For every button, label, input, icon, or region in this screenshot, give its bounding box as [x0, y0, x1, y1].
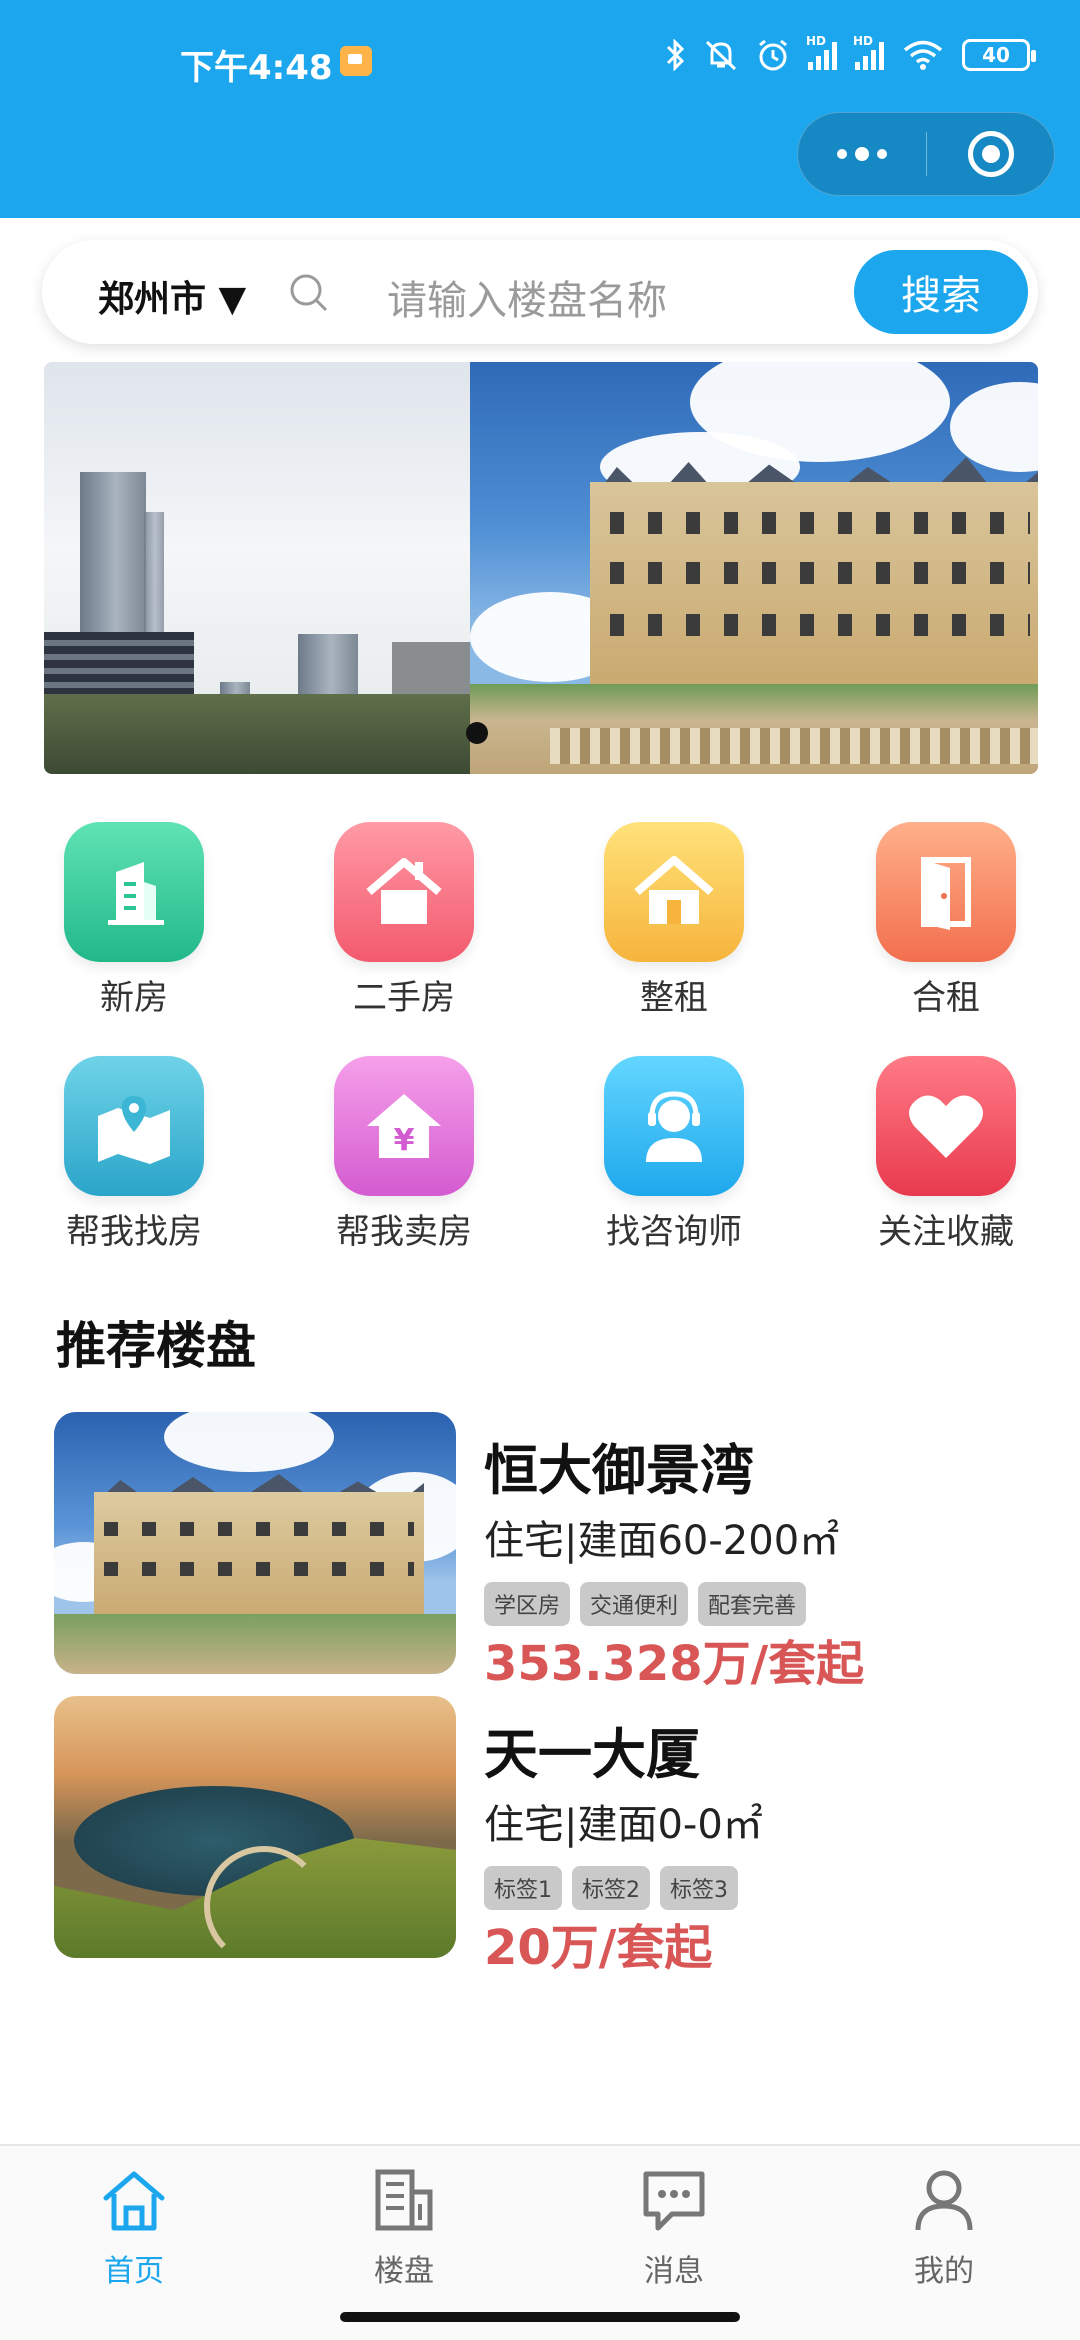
- home-indicator[interactable]: [340, 2312, 740, 2322]
- carousel-indicator-dot[interactable]: [466, 722, 488, 744]
- more-menu-button[interactable]: [798, 113, 926, 195]
- category-shared-rent[interactable]: 合租: [846, 822, 1046, 1019]
- tab-label: 首页: [104, 2254, 164, 2289]
- category-label: 找咨询师: [606, 1212, 742, 1252]
- property-price: 353.328万/套起: [484, 1636, 865, 1692]
- header-bar: 下午4:48 HD HD 40: [0, 0, 1080, 218]
- user-outline-icon: [915, 2170, 973, 2231]
- category-label: 帮我找房: [66, 1212, 202, 1252]
- property-tag: 配套完善: [698, 1582, 807, 1626]
- property-meta: 住宅|建面0-0㎡: [484, 1802, 763, 1848]
- category-favorites[interactable]: 关注收藏: [846, 1056, 1046, 1253]
- property-card[interactable]: 恒大御景湾 住宅|建面60-200㎡ 学区房 交通便利 配套完善 353.328…: [54, 1412, 1034, 1692]
- door-icon: [876, 822, 1016, 962]
- category-label: 整租: [640, 978, 708, 1018]
- target-circle-icon: [967, 131, 1014, 177]
- banner-carousel[interactable]: [44, 362, 1038, 774]
- alarm-icon: [759, 39, 787, 71]
- category-label: 关注收藏: [878, 1212, 1014, 1252]
- home-outline-icon: [103, 2171, 165, 2231]
- property-tags: 标签1 标签2 标签3: [484, 1866, 738, 1910]
- banner-image-castle: [470, 362, 1038, 774]
- category-label: 新房: [100, 978, 168, 1018]
- headset-person-icon: [604, 1056, 744, 1196]
- search-icon: [290, 274, 328, 312]
- buildings-outline-icon: [375, 2169, 433, 2231]
- wifi-icon: [903, 40, 943, 70]
- property-price: 20万/套起: [484, 1920, 713, 1976]
- search-bar: 郑州市 ▼ 请输入楼盘名称 搜索: [42, 240, 1038, 344]
- property-tag: 标签2: [572, 1866, 650, 1910]
- category-new-house[interactable]: 新房: [34, 822, 234, 1019]
- more-dots-icon: [837, 149, 847, 159]
- close-program-button[interactable]: [927, 131, 1054, 177]
- hd-label: HD: [806, 34, 827, 48]
- category-label: 帮我卖房: [336, 1212, 472, 1252]
- property-name: 天一大厦: [484, 1723, 700, 1786]
- house-icon: [334, 822, 474, 962]
- building-icon: [64, 822, 204, 962]
- bluetooth-icon: [666, 39, 685, 71]
- property-tag: 标签1: [484, 1866, 562, 1910]
- category-find-house[interactable]: 帮我找房: [34, 1056, 234, 1253]
- property-name: 恒大御景湾: [484, 1439, 754, 1502]
- bottom-tab-bar: 首页 楼盘 消息 我的: [0, 2144, 1080, 2340]
- tab-label: 消息: [644, 2254, 704, 2289]
- tab-label: 我的: [914, 2254, 974, 2289]
- category-label: 二手房: [353, 978, 455, 1018]
- mute-bell-icon: [705, 40, 737, 71]
- category-second-hand[interactable]: 二手房: [304, 822, 504, 1019]
- battery-icon: 40: [962, 39, 1036, 71]
- tab-mine[interactable]: 我的: [854, 2164, 1034, 2290]
- property-meta: 住宅|建面60-200㎡: [484, 1518, 840, 1564]
- yuan-house-icon: ¥: [334, 1056, 474, 1196]
- status-time: 下午4:48: [180, 48, 333, 88]
- property-tags: 学区房 交通便利 配套完善: [484, 1582, 807, 1626]
- notification-app-icon: [340, 46, 372, 76]
- hd-label: HD: [853, 34, 874, 48]
- banner-image-city-towers: [44, 362, 470, 774]
- search-input[interactable]: 请输入楼盘名称: [387, 268, 667, 326]
- property-image: [54, 1696, 456, 1958]
- tab-properties[interactable]: 楼盘: [314, 2164, 494, 2290]
- property-tag: 学区房: [484, 1582, 571, 1626]
- tab-label: 楼盘: [374, 2254, 434, 2289]
- chat-bubble-icon: [643, 2171, 705, 2231]
- city-selector[interactable]: 郑州市 ▼: [98, 270, 246, 322]
- status-icons: HD HD 40: [664, 34, 1036, 72]
- tab-messages[interactable]: 消息: [584, 2164, 764, 2290]
- category-whole-rent[interactable]: 整租: [574, 822, 774, 1019]
- heart-icon: [876, 1056, 1016, 1196]
- search-button[interactable]: 搜索: [854, 250, 1028, 334]
- category-sell-house[interactable]: ¥ 帮我卖房: [304, 1056, 504, 1253]
- property-tag: 交通便利: [580, 1582, 689, 1626]
- section-title: 推荐楼盘: [56, 1317, 256, 1375]
- category-label: 合租: [912, 978, 980, 1018]
- signal-1-icon: HD: [806, 34, 837, 70]
- mini-program-capsule: [797, 112, 1055, 196]
- property-card[interactable]: 天一大厦 住宅|建面0-0㎡ 标签1 标签2 标签3 20万/套起: [54, 1696, 1034, 1976]
- signal-2-icon: HD: [853, 34, 884, 70]
- property-image: [54, 1412, 456, 1674]
- property-tag: 标签3: [660, 1866, 738, 1910]
- map-pin-icon: [64, 1056, 204, 1196]
- category-consultant[interactable]: 找咨询师: [574, 1056, 774, 1253]
- tab-home[interactable]: 首页: [44, 2164, 224, 2290]
- home-icon: [604, 822, 744, 962]
- svg-text:¥: ¥: [394, 1123, 415, 1158]
